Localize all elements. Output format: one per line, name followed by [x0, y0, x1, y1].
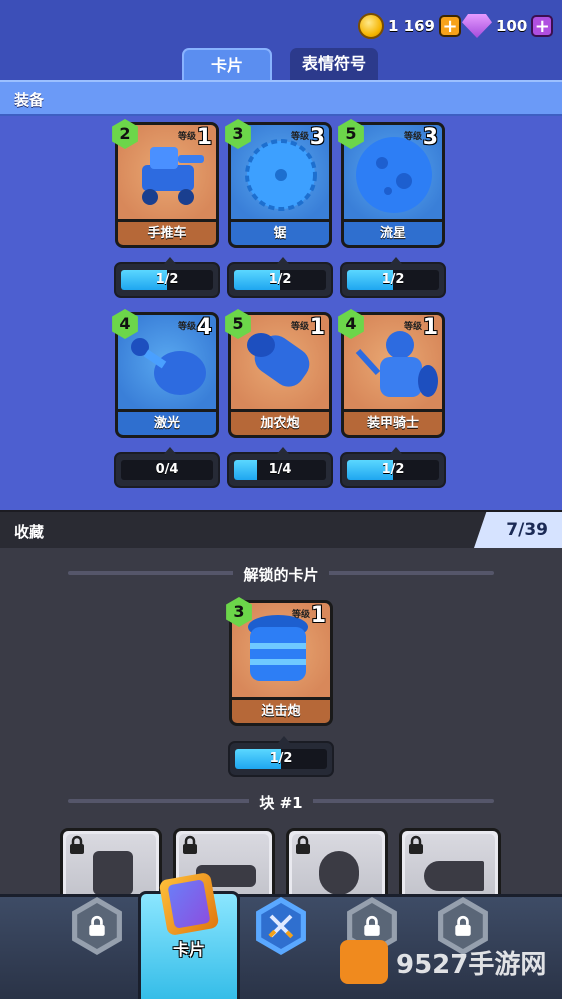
card-progress: 1/2	[340, 257, 446, 298]
equipment-title: 装备	[14, 91, 45, 109]
lock-icon	[183, 835, 197, 854]
tab-bar: 卡片 表情符号	[0, 48, 562, 80]
collection-title: 收藏	[14, 523, 45, 541]
gem-amount: 100	[496, 17, 528, 35]
coin-icon	[358, 13, 384, 39]
top-bar: 1 169 + 100 +	[0, 0, 562, 48]
card-progress: 0/4	[114, 447, 220, 488]
lock-icon	[455, 915, 471, 936]
level-number: 1	[422, 315, 438, 340]
cards-icon	[158, 871, 220, 937]
horse-logo-icon	[340, 940, 388, 984]
progress-text: 1/2	[268, 272, 292, 287]
progress-text: 1/2	[381, 462, 405, 477]
collection-header: 收藏 7/39	[0, 510, 562, 548]
crossed-swords-icon	[268, 914, 294, 939]
level-number: 1	[309, 315, 325, 340]
card-progress: 1/2	[340, 447, 446, 488]
level-label: 等级	[291, 610, 310, 620]
level-label: 等级	[290, 132, 309, 142]
nav-cards-label: 卡片	[172, 940, 205, 959]
level-label: 等级	[177, 322, 196, 332]
nav-battle[interactable]	[256, 897, 306, 955]
card-progress: 1/4	[227, 447, 333, 488]
gem-counter: 100 +	[462, 12, 554, 40]
card-meteor[interactable]: 流星 5 等级 3	[338, 119, 445, 248]
progress-text: 1/4	[268, 462, 292, 477]
level-label: 等级	[403, 132, 422, 142]
watermark-text: 9527手游网	[396, 949, 547, 980]
level-number: 4	[196, 315, 212, 340]
progress-text: 1/2	[269, 751, 293, 766]
nav-cards[interactable]: 卡片	[138, 871, 240, 999]
lock-icon	[296, 835, 310, 854]
lock-icon	[364, 915, 380, 936]
progress-text: 1/2	[155, 272, 179, 287]
card-name: 激光	[118, 412, 216, 435]
watermark: 9527手游网	[340, 940, 546, 984]
card-name: 加农炮	[231, 412, 329, 435]
level-number: 1	[310, 603, 326, 628]
card-saw[interactable]: 锯 3 等级 3	[225, 119, 332, 248]
coin-amount: 1 169	[388, 17, 435, 35]
card-name: 迫击炮	[232, 700, 330, 723]
level-number: 1	[196, 125, 212, 150]
card-laser[interactable]: 激光 4 等级 4	[112, 309, 219, 438]
card-name: 装甲骑士	[344, 412, 442, 435]
card-cannon[interactable]: 加农炮 5 等级 1	[225, 309, 332, 438]
lock-icon	[89, 915, 105, 936]
card-name: 手推车	[118, 222, 216, 245]
tab-emotes[interactable]: 表情符号	[290, 48, 378, 80]
buy-coins-button[interactable]: +	[438, 15, 461, 37]
lock-icon	[409, 835, 423, 854]
tab-cards[interactable]: 卡片	[182, 48, 272, 80]
level-label: 等级	[290, 322, 309, 332]
buy-gems-button[interactable]: +	[531, 15, 554, 37]
card-progress: 1/2	[227, 257, 333, 298]
card-name: 流星	[344, 222, 442, 245]
equipment-header: 装备	[0, 80, 562, 116]
nav-locked-1[interactable]	[72, 897, 122, 955]
lock-icon	[70, 835, 84, 854]
level-number: 3	[309, 125, 325, 150]
card-handcart[interactable]: 手推车 2 等级 1	[112, 119, 219, 248]
coin-counter: 1 169 +	[358, 12, 461, 40]
card-progress: 1/2	[114, 257, 220, 298]
level-number: 3	[422, 125, 438, 150]
card-armored-knight[interactable]: 装甲骑士 4 等级 1	[338, 309, 445, 438]
card-name: 锯	[231, 222, 329, 245]
block-title: 块 #1	[0, 792, 562, 813]
level-label: 等级	[177, 132, 196, 142]
card-screen: 1 169 + 100 + 卡片 表情符号 装备 手推车 2 等级 1 1/2	[0, 0, 562, 999]
unlocked-title: 解锁的卡片	[0, 564, 562, 585]
progress-text: 0/4	[155, 462, 179, 477]
card-progress: 1/2	[228, 736, 334, 777]
progress-text: 1/2	[381, 272, 405, 287]
card-mortar[interactable]: 迫击炮 3 等级 1	[226, 597, 333, 726]
collection-count: 7/39	[474, 512, 562, 548]
gem-icon	[462, 14, 492, 38]
level-label: 等级	[403, 322, 422, 332]
